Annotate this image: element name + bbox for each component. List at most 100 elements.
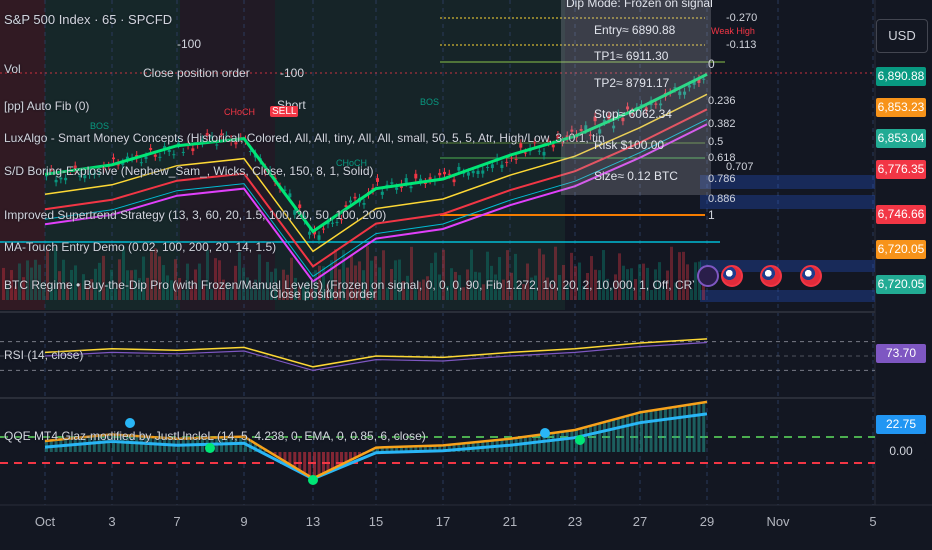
qqe-histogram-bar: [644, 411, 648, 452]
candle-body: [308, 231, 312, 235]
qqe-value-tag-0: 22.75: [876, 415, 926, 434]
volume-bar: [670, 246, 673, 300]
volume-bar: [554, 246, 557, 300]
indicator-sd[interactable]: S/D Boring-Explosive (Nephew_Sam_, Wicks…: [4, 164, 374, 178]
chart-screen: Dip Mode: Frozen on signal Entry≈ 6890.8…: [0, 0, 932, 550]
indicator-supertrend[interactable]: Improved Supertrend Strategy (13, 3, 60,…: [4, 208, 386, 222]
indicator-rsi[interactable]: RSI (14, close): [4, 348, 83, 362]
price-tag-0-text: 6,890.88: [877, 69, 925, 83]
candle-body: [362, 203, 366, 205]
qqe-signal-dot: [540, 428, 550, 438]
x-tick-1: 3: [108, 514, 116, 529]
indicator-smc[interactable]: LuxAlgo - Smart Money Concepts (Historic…: [4, 131, 604, 145]
candle-body: [500, 164, 504, 168]
qqe-value-text-1: 0.00: [889, 444, 913, 458]
volume-bar: [486, 251, 489, 300]
volume-bar: [382, 250, 385, 300]
candle-body: [510, 157, 513, 159]
fib-label-0236: 0.236: [708, 95, 736, 107]
stop-text: Stop≈ 6062.34: [594, 107, 672, 121]
volume-bar: [150, 251, 153, 300]
price-tag-1-text: 6,853.23: [877, 100, 925, 114]
rsi-value-text: 73.70: [885, 346, 917, 360]
x-tick-6: 17: [435, 514, 451, 529]
bos-label-2: BOS: [90, 121, 110, 131]
qqe-histogram-bar: [697, 403, 701, 452]
volume-bar: [46, 247, 49, 300]
qqe-histogram-bar: [621, 417, 625, 452]
qqe-histogram-bar: [598, 423, 602, 452]
x-tick-9: 27: [632, 514, 648, 529]
symbol-title[interactable]: S&P 500 Index · 65 · SPCFD: [4, 12, 172, 27]
qqe-histogram-bar: [588, 426, 592, 452]
candle-body: [64, 177, 68, 181]
candle-body: [390, 182, 394, 184]
fib-label-1: 1: [708, 208, 715, 222]
price-tag-5-text: 6,720.05: [877, 242, 925, 256]
qqe-signal-dot: [125, 418, 135, 428]
candle-body: [438, 172, 442, 176]
candle-body: [54, 179, 58, 183]
qqe-histogram-bar: [313, 452, 316, 479]
candle-body: [505, 161, 509, 163]
order-label-minus100-a: -100: [177, 37, 202, 51]
volume-bar: [506, 250, 509, 300]
qqe-histogram-bar: [293, 452, 297, 467]
candle-body: [452, 179, 456, 183]
candle-body: [191, 148, 195, 152]
candle-body: [409, 186, 413, 189]
indicator-qqe[interactable]: QQE MT4 Glaz-modified by JustUncleL (14,…: [4, 429, 426, 443]
volume-bar: [682, 251, 685, 300]
qqe-histogram-bar: [673, 407, 677, 452]
qqe-histogram-bar: [663, 408, 667, 452]
candle-body: [167, 149, 171, 152]
candle-body: [447, 173, 451, 175]
price-tag-3-text: 6,776.35: [877, 162, 925, 176]
price-tag-6: 6,720.05: [876, 275, 926, 294]
volume-bar: [54, 246, 57, 300]
candle-body: [317, 235, 321, 240]
qqe-histogram-bar: [565, 431, 569, 452]
candle-body: [153, 154, 157, 157]
bos-label-1: BOS: [420, 97, 440, 107]
volume-bar: [694, 262, 697, 300]
candle-body: [395, 187, 399, 190]
currency-button[interactable]: USD: [876, 19, 928, 53]
volume-bar: [570, 252, 573, 300]
us-flag-icon-1: [721, 265, 743, 287]
qqe-histogram-bar: [602, 422, 606, 452]
choch-label-1: CHoCH: [336, 158, 368, 168]
risk-text: Risk $100.00: [594, 138, 665, 152]
price-tag-2-text: 6,853.04: [877, 131, 925, 145]
qqe-value-text-0: 22.75: [885, 417, 917, 431]
qqe-histogram-bar: [570, 430, 574, 452]
candle-body: [149, 148, 153, 150]
qqe-histogram-bar: [326, 452, 330, 472]
blue-zone-4: [700, 290, 875, 302]
candle-body: [322, 228, 325, 230]
volume-bar: [470, 249, 473, 300]
candle-body: [537, 150, 541, 152]
fib-label-0886: 0.886: [708, 193, 736, 205]
volume-bar: [538, 248, 541, 300]
candle-body: [457, 166, 461, 171]
indicator-vol[interactable]: Vol: [4, 62, 21, 76]
rsi-value-tag: 73.70: [876, 344, 926, 363]
qqe-histogram-bar: [308, 452, 312, 476]
candle-body: [144, 156, 148, 160]
qqe-histogram-bar: [322, 452, 325, 474]
candle-body: [181, 151, 185, 153]
lightning-icon: [697, 265, 719, 287]
x-tick-12: 5: [869, 514, 877, 529]
volume-bar: [410, 246, 413, 300]
chart-canvas[interactable]: [0, 0, 932, 550]
fib-label-neg113: -0.113: [726, 39, 757, 51]
indicator-ma-touch[interactable]: MA-Touch Entry Demo (0.02, 100, 200, 20,…: [4, 240, 276, 254]
candle-body: [443, 171, 446, 175]
indicator-autofib[interactable]: [pp] Auto Fib (0): [4, 99, 89, 113]
candle-body: [349, 200, 352, 203]
entry-text: Entry≈ 6890.88: [594, 23, 676, 37]
price-tag-1: 6,853.23: [876, 98, 926, 117]
qqe-histogram-bar: [654, 410, 658, 452]
candle-body: [466, 172, 470, 176]
